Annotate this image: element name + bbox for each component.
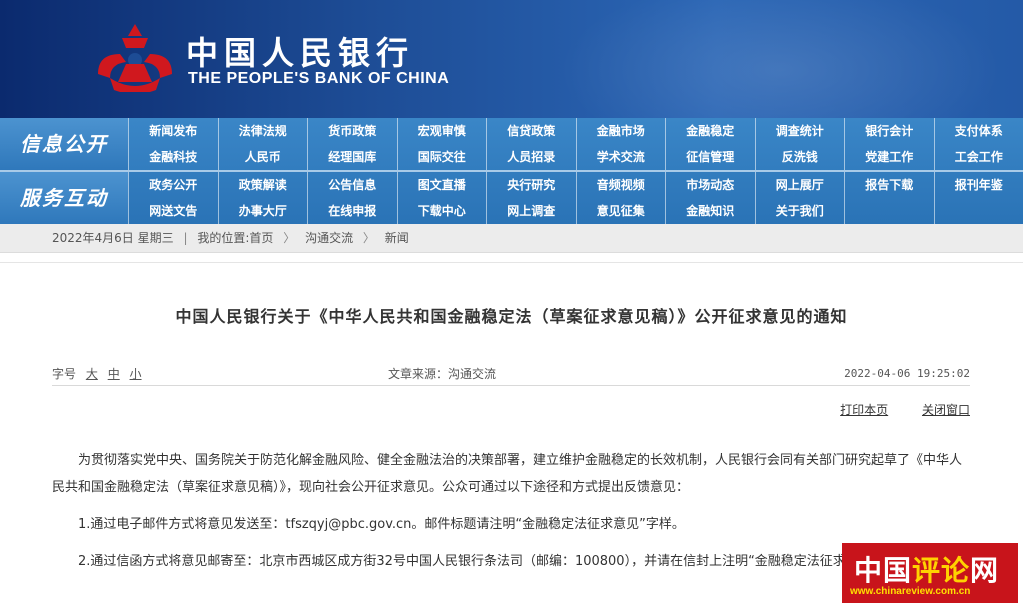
nav-item[interactable]: 金融市场 [576,118,666,144]
breadcrumb-link-news[interactable]: 新闻 [385,231,409,245]
chevron-right-icon: 〉 [363,231,375,245]
font-size-large-link[interactable]: 大 [86,367,98,381]
main-navigation: 信息公开 新闻发布 法律法规 货币政策 宏观审慎 信贷政策 金融市场 金融稳定 … [0,118,1023,224]
font-size-controls: 字号 大 中 小 [52,363,142,385]
site-logo-text-cn[interactable]: 中国人民银行 [186,28,414,74]
nav-section-service-interaction: 服务互动 政务公开 政策解读 公告信息 图文直播 央行研究 音频视频 市场动态 … [0,172,1023,224]
watermark-text-part: 网 [970,554,999,587]
nav-item[interactable]: 市场动态 [665,172,755,198]
font-size-small-link[interactable]: 小 [130,367,142,381]
site-header: 中国人民银行 THE PEOPLE'S BANK OF CHINA [0,0,1023,118]
nav-section-title: 服务互动 [0,172,128,224]
nav-item[interactable]: 信贷政策 [486,118,576,144]
watermark-url: www.chinareview.com.cn [850,586,970,597]
nav-item[interactable]: 报告下载 [844,172,934,198]
nav-item[interactable]: 人民币 [218,144,308,170]
nav-item[interactable]: 公告信息 [307,172,397,198]
nav-item[interactable]: 网送文告 [128,198,218,224]
breadcrumb-bar: 2022年4月6日 星期三 | 我的位置:首页 〉 沟通交流 〉 新闻 [0,224,1023,253]
nav-item[interactable]: 在线申报 [307,198,397,224]
nav-item[interactable]: 新闻发布 [128,118,218,144]
article-paragraph: 为贯彻落实党中央、国务院关于防范化解金融风险、健全金融法治的决策部署，建立维护金… [52,447,972,501]
pboc-emblem-icon[interactable] [96,24,174,92]
nav-item[interactable]: 调查统计 [755,118,845,144]
article-paragraph: 1.通过电子邮件方式将意见发送至：tfszqyj@pbc.gov.cn。邮件标题… [52,511,972,538]
nav-item[interactable]: 银行会计 [844,118,934,144]
nav-item-empty [844,198,934,224]
nav-item[interactable]: 网上展厅 [755,172,845,198]
nav-item[interactable]: 国际交往 [397,144,487,170]
nav-section-title: 信息公开 [0,118,128,170]
nav-item[interactable]: 宏观审慎 [397,118,487,144]
nav-item[interactable]: 图文直播 [397,172,487,198]
nav-item[interactable]: 工会工作 [934,144,1023,170]
nav-item-empty [934,198,1023,224]
nav-item[interactable]: 支付体系 [934,118,1023,144]
nav-section-info-disclosure: 信息公开 新闻发布 法律法规 货币政策 宏观审慎 信贷政策 金融市场 金融稳定 … [0,118,1023,170]
watermark-text-part: 评论 [912,554,970,587]
nav-grid: 新闻发布 法律法规 货币政策 宏观审慎 信贷政策 金融市场 金融稳定 调查统计 … [128,118,1023,170]
nav-grid: 政务公开 政策解读 公告信息 图文直播 央行研究 音频视频 市场动态 网上展厅 … [128,172,1023,224]
nav-item[interactable]: 反洗钱 [755,144,845,170]
nav-item[interactable]: 下载中心 [397,198,487,224]
article-body: 为贯彻落实党中央、国务院关于防范化解金融风险、健全金融法治的决策部署，建立维护金… [52,447,972,585]
nav-item[interactable]: 金融知识 [665,198,755,224]
site-logo-text-en[interactable]: THE PEOPLE'S BANK OF CHINA [188,70,449,88]
nav-item[interactable]: 办事大厅 [218,198,308,224]
font-size-label: 字号 [52,367,76,381]
article-paragraph: 2.通过信函方式将意见邮寄至：北京市西城区成方街32号中国人民银行条法司（邮编：… [52,548,972,575]
current-date: 2022年4月6日 星期三 [52,231,174,245]
nav-item[interactable]: 金融稳定 [665,118,755,144]
nav-item[interactable]: 网上调查 [486,198,576,224]
nav-item[interactable]: 政策解读 [218,172,308,198]
nav-item[interactable]: 党建工作 [844,144,934,170]
breadcrumb-link-home[interactable]: 首页 [249,231,273,245]
watermark-text-part: 中国 [854,554,912,587]
nav-item[interactable]: 征信管理 [665,144,755,170]
nav-item[interactable]: 经理国库 [307,144,397,170]
nav-item[interactable]: 人员招录 [486,144,576,170]
nav-item[interactable]: 政务公开 [128,172,218,198]
breadcrumb-link-communication[interactable]: 沟通交流 [305,231,353,245]
nav-item[interactable]: 音频视频 [576,172,666,198]
article-title: 中国人民银行关于《中华人民共和国金融稳定法（草案征求意见稿）》公开征求意见的通知 [0,303,1023,327]
nav-item[interactable]: 货币政策 [307,118,397,144]
print-page-link[interactable]: 打印本页 [840,403,888,417]
nav-item[interactable]: 学术交流 [576,144,666,170]
article-meta: 字号 大 中 小 文章来源：沟通交流 2022-04-06 19:25:02 [52,363,970,386]
nav-item[interactable]: 关于我们 [755,198,845,224]
article-source: 文章来源：沟通交流 [388,363,496,385]
nav-item[interactable]: 法律法规 [218,118,308,144]
breadcrumb-divider: | [183,231,187,245]
nav-item[interactable]: 报刊年鉴 [934,172,1023,198]
location-label: 我的位置: [197,231,249,245]
watermark-text: 中国评论网 [854,549,999,589]
nav-item[interactable]: 金融科技 [128,144,218,170]
chinareview-watermark-logo: 中国评论网 www.chinareview.com.cn [842,543,1018,603]
article-datetime: 2022-04-06 19:25:02 [844,363,970,385]
nav-item[interactable]: 央行研究 [486,172,576,198]
breadcrumb: 2022年4月6日 星期三 | 我的位置:首页 〉 沟通交流 〉 新闻 [52,224,409,252]
article-tools: 打印本页 关闭窗口 [810,401,970,418]
chevron-right-icon: 〉 [283,231,295,245]
font-size-medium-link[interactable]: 中 [108,367,120,381]
nav-item[interactable]: 意见征集 [576,198,666,224]
close-window-link[interactable]: 关闭窗口 [922,403,970,417]
